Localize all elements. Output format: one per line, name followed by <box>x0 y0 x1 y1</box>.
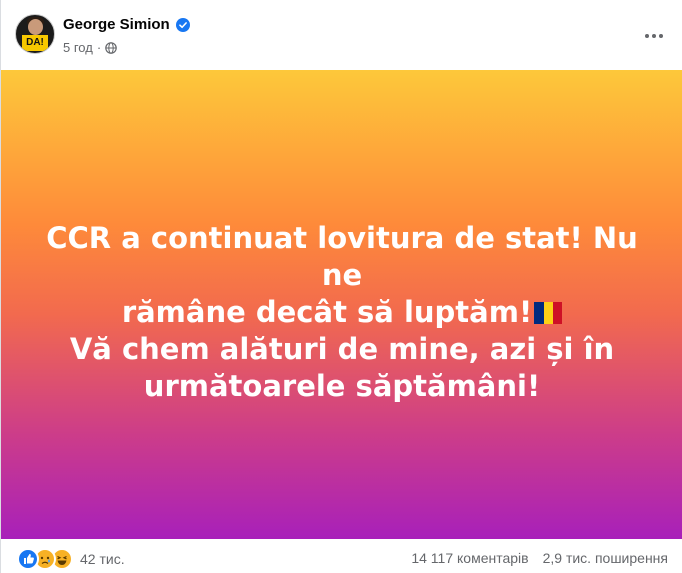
author-avatar[interactable]: DA! <box>15 14 55 54</box>
post-time[interactable]: 5 год <box>63 40 93 55</box>
avatar-badge: DA! <box>22 35 48 51</box>
post-text-line-1: CCR a continuat lovitura de stat! Nu ne <box>46 221 638 292</box>
post-header: DA! George Simion 5 год · <box>15 12 682 60</box>
reaction-count: 42 тис. <box>80 551 125 567</box>
post-text-line-4: următoarele săptămâni! <box>143 369 541 403</box>
avatar-face <box>28 19 43 35</box>
romania-flag-icon <box>534 296 563 324</box>
flag-stripe-yellow <box>543 302 553 324</box>
post-text-line-2-row: rămâne decât să luptăm! <box>41 294 643 331</box>
author-row: George Simion <box>63 16 190 33</box>
more-options-button[interactable] <box>640 22 668 50</box>
reactions-summary[interactable]: 42 тис. <box>17 548 125 570</box>
flag-stripe-blue <box>534 302 544 324</box>
comments-count[interactable]: 14 117 коментарів <box>411 550 528 566</box>
meta-separator: · <box>96 40 102 55</box>
post-stats: 14 117 коментарів 2,9 тис. поширення <box>411 550 668 566</box>
like-icon <box>17 548 39 570</box>
more-options-icon <box>645 34 663 38</box>
flag-stripe-red <box>552 302 563 324</box>
post-footer: 42 тис. 14 117 коментарів 2,9 тис. пошир… <box>17 546 668 570</box>
author-name[interactable]: George Simion <box>63 16 170 33</box>
post-text-line-2: rămâne decât să luptăm! <box>121 295 533 329</box>
post-card: DA! George Simion 5 год · CCR a continua… <box>0 0 682 573</box>
post-text: CCR a continuat lovitura de stat! Nu ne … <box>41 220 643 405</box>
post-text-line-3: Vă chem alături de mine, azi și în <box>69 332 615 366</box>
shares-count[interactable]: 2,9 тис. поширення <box>543 550 668 566</box>
post-background: CCR a continuat lovitura de stat! Nu ne … <box>1 70 682 539</box>
post-meta: 5 год · <box>63 40 117 55</box>
verified-icon <box>175 17 190 32</box>
globe-icon[interactable] <box>105 41 117 54</box>
